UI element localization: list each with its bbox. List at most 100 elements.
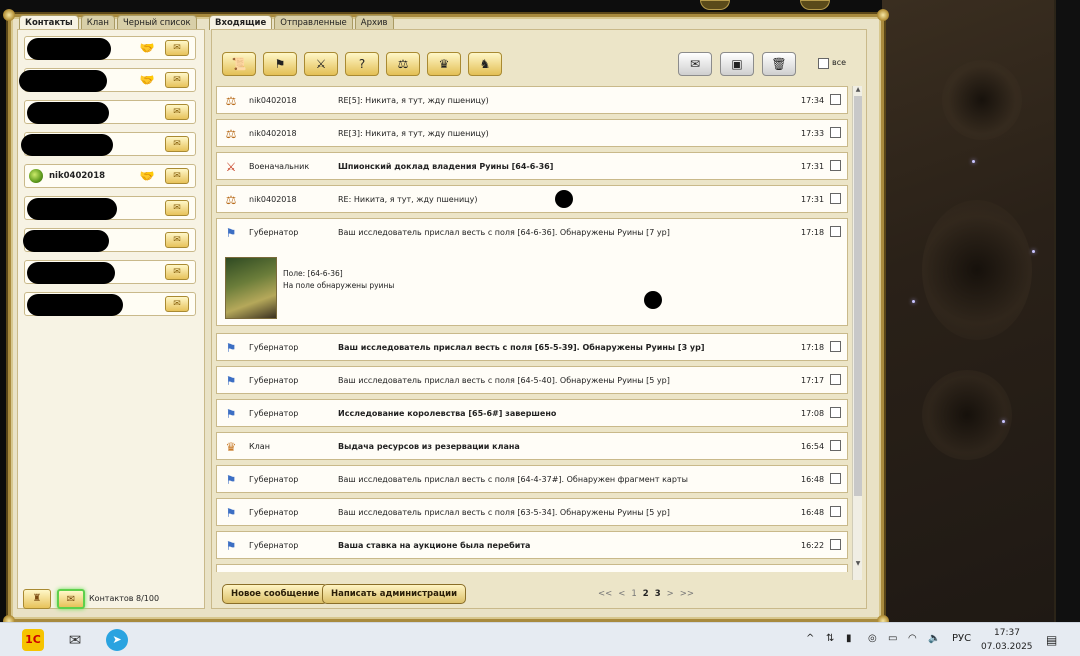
clock-date[interactable]: 07.03.2025 — [981, 642, 1033, 652]
add-contact-button[interactable]: ♜ — [23, 589, 51, 609]
trade-icon[interactable]: ⚖ — [386, 52, 420, 76]
contact-name[interactable]: nik0402018 — [49, 171, 105, 181]
tray-wifi-icon[interactable]: ◠ — [908, 633, 917, 644]
message-sender[interactable]: nik0402018 — [249, 96, 297, 105]
message-sender[interactable]: Губернатор — [249, 343, 298, 352]
contact-row[interactable]: ✉ — [24, 196, 196, 220]
message-checkbox[interactable] — [830, 506, 841, 517]
write-admin-button[interactable]: Написать администрации — [322, 584, 467, 604]
handshake-icon[interactable]: 🤝 — [137, 73, 157, 87]
send-mail-button[interactable]: ✉ — [165, 296, 189, 312]
message-sender[interactable]: Губернатор — [249, 541, 298, 550]
handshake-icon[interactable]: 🤝 — [137, 169, 157, 183]
message-checkbox[interactable] — [830, 193, 841, 204]
tab-inbox[interactable]: Входящие — [209, 15, 273, 30]
message-checkbox[interactable] — [830, 473, 841, 484]
pager-item[interactable]: >> — [680, 589, 694, 599]
message-checkbox[interactable] — [830, 341, 841, 352]
send-mail-button[interactable]: ✉ — [165, 136, 189, 152]
message-row[interactable]: ⚑ГубернаторВаш исследователь прислал вес… — [216, 564, 848, 572]
tab-clan[interactable]: Клан — [80, 15, 115, 30]
message-checkbox[interactable] — [830, 374, 841, 385]
message-row[interactable]: ⚑ГубернаторВаш исследователь прислал вес… — [216, 498, 848, 526]
contact-row[interactable]: ✉ — [24, 100, 196, 124]
contact-row[interactable]: ✉ — [21, 132, 196, 156]
tab-blacklist[interactable]: Черный список — [116, 15, 197, 30]
pager-item[interactable]: << — [598, 589, 612, 599]
tab-archive[interactable]: Архив — [354, 15, 394, 30]
message-sender[interactable]: Губернатор — [249, 228, 298, 237]
message-sender[interactable]: Клан — [249, 442, 270, 451]
scroll-up-icon[interactable]: ▲ — [854, 86, 862, 94]
send-mail-button[interactable]: ✉ — [165, 72, 189, 88]
new-message-button[interactable]: Новое сообщение — [222, 584, 329, 604]
message-subject[interactable]: RE: Никита, я тут, жду пшеницу) — [338, 195, 477, 204]
notifications-icon[interactable]: ▤ — [1046, 633, 1057, 647]
contact-row[interactable]: ✉ — [24, 260, 196, 284]
scroll-icon[interactable]: 📜 — [222, 52, 256, 76]
message-row[interactable]: ⚖ nik0402018 RE: Никита, я тут, жду пшениц… — [216, 185, 848, 213]
message-row[interactable]: ⚑ Губернатор Исследование королевства [65-… — [216, 399, 848, 427]
message-row[interactable]: ⚑ГубернаторВаш исследователь прислал вес… — [216, 465, 848, 493]
send-mail-button[interactable]: ✉ — [165, 264, 189, 280]
telegram-icon[interactable]: ➤ — [106, 629, 128, 651]
message-checkbox[interactable] — [830, 160, 841, 171]
message-sender[interactable]: Губернатор — [249, 376, 298, 385]
message-subject[interactable]: Ваш исследователь прислал весть с поля [… — [338, 475, 688, 484]
tray-chevron-icon[interactable]: ^ — [806, 633, 814, 644]
message-row[interactable]: ⚑ГубернаторВаш исследователь прислал вес… — [216, 218, 848, 326]
message-checkbox[interactable] — [830, 407, 841, 418]
send-mail-button[interactable]: ✉ — [165, 168, 189, 184]
quest-icon[interactable]: ? — [345, 52, 379, 76]
message-checkbox[interactable] — [830, 127, 841, 138]
pager-item[interactable]: 3 — [655, 589, 661, 599]
message-sender[interactable]: Губернатор — [249, 475, 298, 484]
1c-icon[interactable]: 1С — [22, 629, 44, 651]
tray-volume-icon[interactable]: 🔈 — [928, 633, 940, 644]
window-icon[interactable]: ▣ — [720, 52, 754, 76]
clock-time[interactable]: 17:37 — [994, 628, 1020, 638]
tab-contacts[interactable]: Контакты — [19, 15, 79, 30]
clan-icon[interactable]: ♛ — [427, 52, 461, 76]
message-subject[interactable]: Ваш исследователь прислал весть с поля [… — [338, 228, 670, 237]
tray-network-icon[interactable]: ⇅ — [826, 633, 834, 644]
handshake-icon[interactable]: 🤝 — [137, 41, 157, 55]
message-row[interactable]: ⚑ Губернатор Ваша ставка на аукционе была … — [216, 531, 848, 559]
message-sender[interactable]: Губернатор — [249, 409, 298, 418]
contact-row[interactable]: 🤝 ✉ — [19, 68, 196, 92]
mail-contacts-button[interactable]: ✉ — [57, 589, 85, 609]
pager-item[interactable]: > — [667, 589, 674, 599]
message-sender[interactable]: nik0402018 — [249, 129, 297, 138]
message-subject[interactable]: Выдача ресурсов из резервации клана — [338, 442, 520, 451]
message-subject[interactable]: Ваш исследователь прислал весть с поля [… — [338, 376, 670, 385]
message-checkbox[interactable] — [830, 226, 841, 237]
message-row[interactable]: ⚔ Военачальник Шпионский доклад владения Р… — [216, 152, 848, 180]
message-subject[interactable]: Исследование королевства [65-6#] заверше… — [338, 409, 556, 418]
tray-language[interactable]: РУС — [952, 633, 971, 644]
message-sender[interactable]: Губернатор — [249, 508, 298, 517]
send-mail-button[interactable]: ✉ — [165, 232, 189, 248]
tray-chart-icon[interactable]: ▮ — [846, 633, 852, 644]
send-mail-button[interactable]: ✉ — [165, 104, 189, 120]
message-row[interactable]: ⚖ nik0402018 RE[5]: Никита, я тут, жду пше… — [216, 86, 848, 114]
message-sender[interactable]: nik0402018 — [249, 195, 297, 204]
contact-row[interactable]: ✉ — [23, 228, 196, 252]
message-subject[interactable]: Ваш исследователь прислал весть с поля [… — [338, 508, 670, 517]
contact-row[interactable]: ✉ — [24, 292, 196, 316]
message-row[interactable]: ⚑ГубернаторВаш исследователь прислал вес… — [216, 366, 848, 394]
trash-icon[interactable]: 🗑 — [762, 52, 796, 76]
message-subject[interactable]: RE[5]: Никита, я тут, жду пшеницу) — [338, 96, 489, 105]
mail-icon[interactable]: ✉ — [64, 629, 86, 651]
hero-icon[interactable]: ♞ — [468, 52, 502, 76]
battle-icon[interactable]: ⚔ — [304, 52, 338, 76]
message-checkbox[interactable] — [830, 94, 841, 105]
message-scrollbar[interactable]: ▲ ▼ — [852, 86, 862, 580]
tray-device-icon[interactable]: ◎ — [868, 633, 877, 644]
message-row[interactable]: ♛ Клан Выдача ресурсов из резервации клана… — [216, 432, 848, 460]
send-mail-button[interactable]: ✉ — [165, 200, 189, 216]
envelope-icon[interactable]: ✉ — [678, 52, 712, 76]
pager-item[interactable]: 2 — [643, 589, 649, 599]
tray-battery-icon[interactable]: ▭ — [888, 633, 897, 644]
message-row[interactable]: ⚑ГубернаторВаш исследователь прислал вес… — [216, 333, 848, 361]
contact-row[interactable]: 🤝 ✉ — [24, 36, 196, 60]
